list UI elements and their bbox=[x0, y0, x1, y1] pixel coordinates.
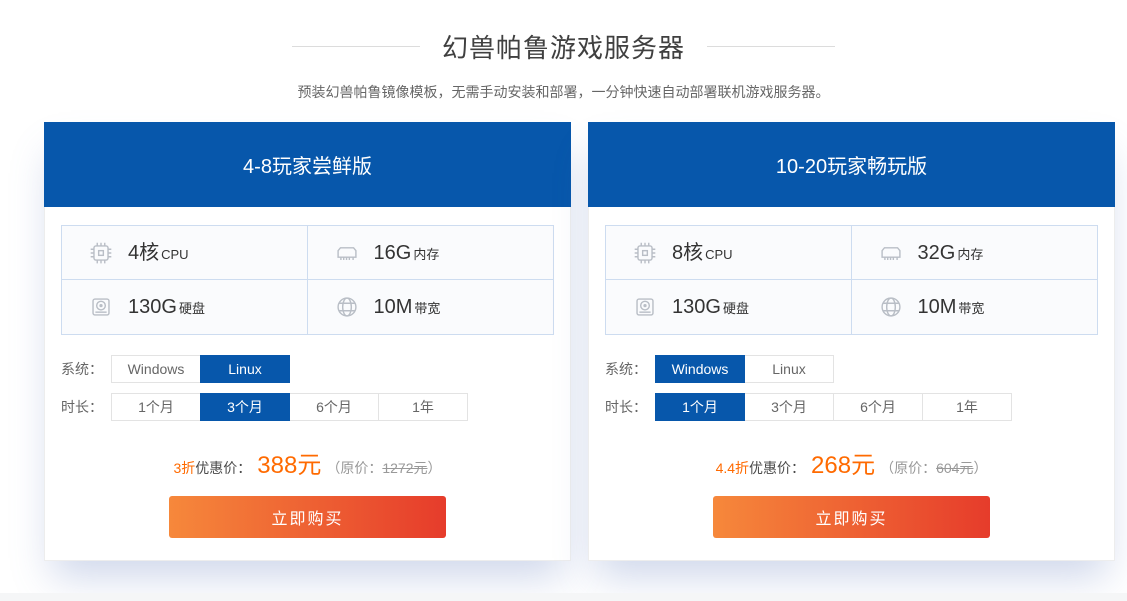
duration-option-1month[interactable]: 1个月 bbox=[655, 393, 745, 421]
title-row: 幻兽帕鲁游戏服务器 bbox=[0, 28, 1127, 65]
spec-grid: 4核CPU 16G内存 130G硬盘 10M带宽 bbox=[61, 225, 554, 335]
discount-label: 优惠价： bbox=[749, 460, 805, 476]
plan-card-standard: 10-20玩家畅玩版 8核CPU 32G内存 130G硬盘 bbox=[588, 122, 1115, 561]
duration-option-1month[interactable]: 1个月 bbox=[111, 393, 201, 421]
duration-option-1year[interactable]: 1年 bbox=[922, 393, 1012, 421]
system-option-linux[interactable]: Linux bbox=[200, 355, 290, 383]
spec-cpu: 8核CPU bbox=[606, 226, 852, 280]
title-divider-left bbox=[292, 46, 420, 47]
title-divider-right bbox=[707, 46, 835, 47]
spec-unit: 硬盘 bbox=[723, 301, 749, 316]
bottom-strip bbox=[0, 593, 1127, 601]
spec-disk: 130G硬盘 bbox=[62, 280, 308, 334]
memory-icon bbox=[876, 238, 906, 268]
discount-rate: 3折 bbox=[174, 460, 196, 476]
system-option-linux[interactable]: Linux bbox=[744, 355, 834, 383]
disk-icon bbox=[630, 292, 660, 322]
duration-row: 时长： 1个月 3个月 6个月 1年 bbox=[61, 393, 554, 421]
buy-button[interactable]: 立即购买 bbox=[169, 496, 446, 538]
original-price: （原价：1272元） bbox=[326, 460, 441, 476]
spec-memory: 16G内存 bbox=[308, 226, 554, 280]
cpu-icon bbox=[86, 238, 116, 268]
spec-value: 130G bbox=[128, 296, 177, 318]
price-row: 3折优惠价： 388元 （原价：1272元） bbox=[61, 445, 554, 480]
price-value: 388元 bbox=[257, 452, 321, 479]
original-price: （原价：604元） bbox=[880, 460, 987, 476]
plan-cards: 4-8玩家尝鲜版 4核CPU 16G内存 130G硬盘 bbox=[44, 122, 1115, 561]
duration-option-6months[interactable]: 6个月 bbox=[289, 393, 379, 421]
spec-memory: 32G内存 bbox=[852, 226, 1098, 280]
memory-icon bbox=[332, 238, 362, 268]
price-value: 268元 bbox=[811, 452, 875, 479]
system-row: 系统： Windows Linux bbox=[61, 355, 554, 383]
plan-body: 8核CPU 32G内存 130G硬盘 10M带宽 bbox=[588, 207, 1115, 561]
discount-label: 优惠价： bbox=[195, 460, 251, 476]
original-price-value: 1272元 bbox=[382, 460, 427, 476]
duration-label: 时长： bbox=[61, 397, 111, 417]
disk-icon bbox=[86, 292, 116, 322]
plan-title: 4-8玩家尝鲜版 bbox=[44, 122, 571, 207]
spec-value: 130G bbox=[672, 296, 721, 318]
spec-value: 16G bbox=[374, 242, 412, 264]
spec-unit: CPU bbox=[705, 247, 732, 262]
system-options: Windows Linux bbox=[655, 355, 834, 383]
spec-value: 10M bbox=[374, 296, 413, 318]
palworld-server-page: 幻兽帕鲁游戏服务器 预装幻兽帕鲁镜像模板，无需手动安装和部署，一分钟快速自动部署… bbox=[0, 0, 1127, 601]
spec-unit: 内存 bbox=[957, 247, 983, 262]
spec-disk: 130G硬盘 bbox=[606, 280, 852, 334]
duration-option-1year[interactable]: 1年 bbox=[378, 393, 468, 421]
system-label: 系统： bbox=[61, 359, 111, 379]
duration-options: 1个月 3个月 6个月 1年 bbox=[655, 393, 1012, 421]
discount-rate: 4.4折 bbox=[716, 460, 749, 476]
buy-button[interactable]: 立即购买 bbox=[713, 496, 990, 538]
duration-label: 时长： bbox=[605, 397, 655, 417]
spec-bandwidth: 10M带宽 bbox=[308, 280, 554, 334]
spec-bandwidth: 10M带宽 bbox=[852, 280, 1098, 334]
duration-options: 1个月 3个月 6个月 1年 bbox=[111, 393, 468, 421]
plan-body: 4核CPU 16G内存 130G硬盘 10M带宽 bbox=[44, 207, 571, 561]
spec-cpu: 4核CPU bbox=[62, 226, 308, 280]
system-label: 系统： bbox=[605, 359, 655, 379]
duration-option-3months[interactable]: 3个月 bbox=[744, 393, 834, 421]
duration-row: 时长： 1个月 3个月 6个月 1年 bbox=[605, 393, 1098, 421]
system-options: Windows Linux bbox=[111, 355, 290, 383]
bandwidth-icon bbox=[876, 292, 906, 322]
spec-value: 8核 bbox=[672, 242, 703, 264]
spec-value: 32G bbox=[918, 242, 956, 264]
page-title: 幻兽帕鲁游戏服务器 bbox=[442, 28, 685, 65]
page-subtitle: 预装幻兽帕鲁镜像模板，无需手动安装和部署，一分钟快速自动部署联机游戏服务器。 bbox=[0, 82, 1127, 102]
price-row: 4.4折优惠价： 268元 （原价：604元） bbox=[605, 445, 1098, 480]
spec-unit: CPU bbox=[161, 247, 188, 262]
section-header: 幻兽帕鲁游戏服务器 预装幻兽帕鲁镜像模板，无需手动安装和部署，一分钟快速自动部署… bbox=[0, 0, 1127, 102]
duration-option-3months[interactable]: 3个月 bbox=[200, 393, 290, 421]
spec-unit: 带宽 bbox=[958, 301, 984, 316]
spec-value: 4核 bbox=[128, 242, 159, 264]
bandwidth-icon bbox=[332, 292, 362, 322]
spec-unit: 内存 bbox=[413, 247, 439, 262]
plan-card-trial: 4-8玩家尝鲜版 4核CPU 16G内存 130G硬盘 bbox=[44, 122, 571, 561]
cpu-icon bbox=[630, 238, 660, 268]
system-row: 系统： Windows Linux bbox=[605, 355, 1098, 383]
spec-unit: 带宽 bbox=[414, 301, 440, 316]
spec-value: 10M bbox=[918, 296, 957, 318]
duration-option-6months[interactable]: 6个月 bbox=[833, 393, 923, 421]
system-option-windows[interactable]: Windows bbox=[111, 355, 201, 383]
original-price-value: 604元 bbox=[936, 460, 973, 476]
spec-unit: 硬盘 bbox=[179, 301, 205, 316]
spec-grid: 8核CPU 32G内存 130G硬盘 10M带宽 bbox=[605, 225, 1098, 335]
plan-title: 10-20玩家畅玩版 bbox=[588, 122, 1115, 207]
system-option-windows[interactable]: Windows bbox=[655, 355, 745, 383]
